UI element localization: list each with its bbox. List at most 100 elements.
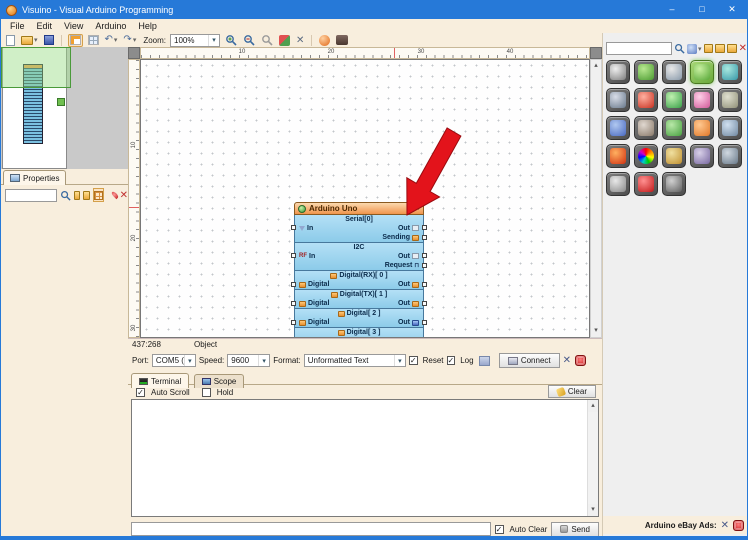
component-header[interactable]: Arduino Uno ⚒ ▾	[294, 202, 424, 215]
pin[interactable]	[422, 320, 427, 325]
auto-scroll-checkbox[interactable]: ✓	[136, 388, 145, 397]
pin[interactable]	[422, 301, 427, 306]
pin-icon[interactable]	[110, 191, 118, 199]
palette-button-power[interactable]	[634, 172, 658, 196]
palette-button-curves[interactable]	[606, 116, 630, 140]
collapse-categories-button[interactable]	[715, 44, 725, 53]
tab-terminal[interactable]: Terminal	[131, 373, 189, 388]
redo-dropdown-arrow-icon[interactable]: ▾	[133, 36, 137, 44]
zoom-out-button[interactable]	[242, 34, 256, 47]
menu-arduino[interactable]: Arduino	[89, 19, 132, 33]
log-checkbox[interactable]: ✓	[447, 356, 456, 365]
scroll-up-icon[interactable]: ▴	[591, 60, 601, 72]
camera-button[interactable]	[335, 34, 349, 47]
filter-button[interactable]: ▾	[687, 44, 702, 54]
ruler-scroll-left-button[interactable]	[128, 47, 140, 59]
collapse-all-button[interactable]	[83, 191, 89, 200]
hold-checkbox[interactable]	[202, 388, 211, 397]
pin[interactable]	[291, 282, 296, 287]
palette-button-color[interactable]	[634, 144, 658, 168]
zoom-reset-button[interactable]	[260, 34, 274, 47]
expand-all-button[interactable]	[74, 191, 80, 200]
palette-button-boards[interactable]	[634, 60, 658, 84]
palette-button-math[interactable]	[662, 88, 686, 112]
pin[interactable]	[422, 253, 427, 258]
open-dropdown-arrow-icon[interactable]: ▾	[34, 36, 38, 44]
ads-power-button[interactable]	[733, 520, 744, 531]
delete-button[interactable]: ✕	[295, 34, 305, 47]
menu-file[interactable]: File	[4, 19, 31, 33]
format-dropdown-arrow-icon[interactable]: ▾	[394, 355, 405, 366]
ads-tools-button[interactable]: ✕	[721, 520, 729, 531]
connect-button[interactable]: Connect	[499, 353, 560, 368]
scroll-up-icon[interactable]: ▴	[588, 400, 598, 412]
new-project-button[interactable]	[5, 34, 16, 47]
ruler-scroll-right-button[interactable]	[590, 47, 602, 59]
collapse-arrow-icon[interactable]: ▾	[417, 205, 420, 212]
zoom-dropdown-arrow-icon[interactable]: ▾	[208, 35, 219, 46]
palette-button-time[interactable]	[662, 144, 686, 168]
palette-button-communication[interactable]	[718, 116, 742, 140]
component-search-input[interactable]	[606, 42, 672, 55]
minimap[interactable]	[1, 47, 128, 169]
tab-properties[interactable]: Properties	[3, 170, 66, 185]
help-sphere-button[interactable]	[318, 34, 331, 47]
palette-button-keyboards[interactable]	[662, 60, 686, 84]
search-button[interactable]	[674, 43, 685, 54]
speed-select[interactable]: 9600 ▾	[227, 354, 270, 367]
toggle-layout-button[interactable]	[68, 34, 83, 47]
palette-button-connections[interactable]	[690, 60, 714, 84]
clear-button[interactable]: Clear	[548, 385, 596, 398]
scroll-down-icon[interactable]: ▾	[588, 504, 598, 516]
palette-button-plumbing[interactable]	[718, 144, 742, 168]
toggle-grid-button[interactable]	[87, 34, 100, 47]
properties-filter-input[interactable]	[5, 189, 57, 202]
send-button[interactable]: Send	[551, 522, 599, 537]
pin[interactable]	[422, 235, 427, 240]
speed-dropdown-arrow-icon[interactable]: ▾	[258, 355, 269, 366]
maximize-button[interactable]: □	[687, 1, 717, 19]
undo-button[interactable]: ↶▾	[104, 34, 119, 47]
minimap-viewport[interactable]	[1, 47, 71, 88]
tools-button[interactable]: ✕	[563, 355, 571, 366]
pin[interactable]	[422, 282, 427, 287]
scroll-down-icon[interactable]: ▾	[591, 325, 601, 337]
port-select[interactable]: COM5 ( ▾	[152, 354, 196, 367]
send-input[interactable]	[131, 522, 491, 536]
pin[interactable]	[291, 301, 296, 306]
menu-view[interactable]: View	[58, 19, 89, 33]
save-project-button[interactable]	[43, 34, 55, 47]
wrench-icon[interactable]: ⚒	[407, 205, 414, 213]
open-project-button[interactable]: ▾	[20, 34, 39, 47]
minimap-selection-handle[interactable]	[57, 98, 65, 106]
terminal-scrollbar[interactable]: ▴ ▾	[587, 400, 598, 516]
zoom-select[interactable]: 100% ▾	[170, 34, 220, 47]
pin[interactable]	[291, 253, 296, 258]
expand-categories-button[interactable]	[704, 44, 714, 53]
palette-button-displays[interactable]	[690, 88, 714, 112]
arduino-uno-component[interactable]: Arduino Uno ⚒ ▾ Serial[0] In Out	[294, 202, 424, 338]
palette-button-files[interactable]	[606, 172, 630, 196]
properties-search-button[interactable]	[60, 190, 71, 201]
design-canvas[interactable]: Arduino Uno ⚒ ▾ Serial[0] In Out	[140, 59, 590, 338]
menu-help[interactable]: Help	[132, 19, 163, 33]
minimize-button[interactable]: –	[657, 1, 687, 19]
filter-dropdown-arrow-icon[interactable]: ▾	[698, 45, 702, 53]
palette-button-vehicles[interactable]	[606, 88, 630, 112]
palette-button-arrows[interactable]	[662, 116, 686, 140]
log-file-button[interactable]	[479, 356, 490, 366]
close-button[interactable]: ✕	[717, 1, 747, 19]
palette-button-memory[interactable]	[690, 144, 714, 168]
palette-button-text[interactable]	[634, 88, 658, 112]
palette-button-fire[interactable]	[606, 144, 630, 168]
pin[interactable]	[422, 225, 427, 230]
format-select[interactable]: Unformatted Text ▾	[304, 354, 406, 367]
reset-checkbox[interactable]: ✓	[409, 356, 418, 365]
palette-button-containers[interactable]	[718, 88, 742, 112]
pin[interactable]	[422, 263, 427, 268]
canvas-vertical-scrollbar[interactable]: ▴ ▾	[590, 59, 602, 338]
menu-edit[interactable]: Edit	[31, 19, 59, 33]
port-dropdown-arrow-icon[interactable]: ▾	[184, 355, 195, 366]
redo-button[interactable]: ↷▾	[122, 34, 137, 47]
pin[interactable]	[291, 320, 296, 325]
